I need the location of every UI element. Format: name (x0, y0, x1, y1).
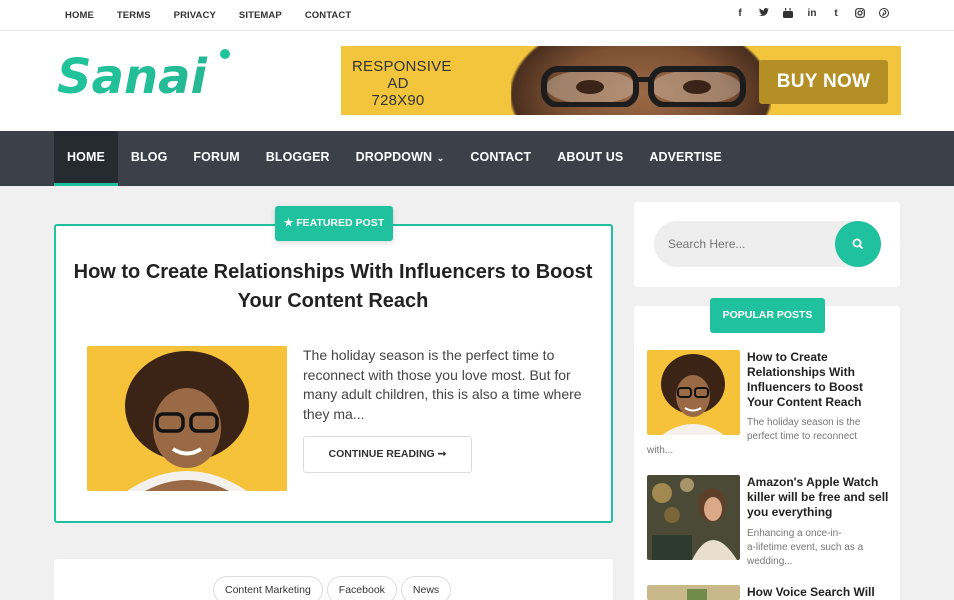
featured-post-image[interactable] (87, 346, 287, 491)
featured-post-badge: ★ FEATURED POST (275, 206, 393, 241)
featured-post-excerpt: The holiday season is the perfect time t… (303, 347, 582, 422)
tumblr-icon[interactable]: t (824, 8, 848, 21)
nav-item-blog[interactable]: BLOG (118, 131, 181, 186)
excerpt-line: perfect time to reconnect (747, 431, 858, 442)
nav-item-dropdown[interactable]: DROPDOWN ⌄ (343, 131, 458, 186)
ad-line-1: RESPONSIVE AD (352, 58, 452, 92)
woman-with-watch-thumb (647, 475, 740, 560)
popular-post-image-1[interactable] (647, 350, 740, 435)
popular-post-image-3[interactable] (647, 585, 740, 600)
popular-post-excerpt-1b: with... (647, 445, 674, 456)
linkedin-icon[interactable]: in (800, 8, 824, 21)
featured-badge-label: FEATURED POST (296, 217, 385, 229)
tag-facebook[interactable]: Facebook (326, 576, 397, 600)
top-link-contact[interactable]: CONTACT (305, 10, 351, 21)
tag-list: Content Marketing Facebook News (213, 576, 452, 600)
popular-post-title-3[interactable]: How Voice Search Will (747, 585, 892, 600)
ad-banner[interactable]: RESPONSIVE AD 728X90 BUY NOW (341, 46, 901, 115)
woman-with-glasses-thumb (647, 350, 740, 435)
ad-line-2: 728X90 (371, 92, 425, 109)
woman-with-glasses-image (87, 346, 287, 491)
top-link-privacy[interactable]: PRIVACY (174, 10, 216, 21)
popular-posts-badge: POPULAR POSTS (710, 298, 825, 333)
youtube-icon[interactable] (776, 8, 800, 21)
buy-now-button[interactable]: BUY NOW (759, 60, 888, 104)
nav-item-contact[interactable]: CONTACT (457, 131, 544, 186)
pinterest-icon[interactable] (872, 8, 896, 21)
nav-item-blogger[interactable]: BLOGGER (253, 131, 343, 186)
top-link-terms[interactable]: TERMS (117, 10, 151, 21)
popular-post-image-2[interactable] (647, 475, 740, 560)
popular-post-title-2[interactable]: Amazon's Apple Watch killer will be free… (747, 475, 892, 520)
nav-item-home[interactable]: HOME (54, 131, 118, 186)
nav-item-advertise[interactable]: ADVERTISE (636, 131, 734, 186)
arrow-right-icon: ➞ (434, 448, 447, 460)
excerpt-line: a-lifetime event, such as a (747, 542, 864, 553)
logo-text: Sanai (57, 49, 208, 101)
facebook-icon[interactable]: f (728, 8, 752, 21)
popular-post-excerpt-2: Enhancing a once-in-a-lifetime event, su… (747, 527, 887, 569)
instagram-icon[interactable] (848, 8, 872, 21)
site-header: Sanai RESPONSIVE AD 728X90 BUY NOW (0, 31, 954, 131)
chevron-down-icon: ⌄ (434, 153, 445, 163)
popular-post-excerpt-1a: The holiday season is the perfect time to… (747, 416, 887, 444)
tag-content-marketing[interactable]: Content Marketing (213, 576, 323, 600)
excerpt-line: Enhancing a once-in- (747, 528, 842, 539)
voice-search-thumb (647, 585, 740, 600)
top-link-home[interactable]: HOME (65, 10, 94, 21)
nav-item-forum[interactable]: FORUM (180, 131, 252, 186)
nav-item-about-us[interactable]: ABOUT US (544, 131, 636, 186)
main-nav: HOME BLOG FORUM BLOGGER DROPDOWN ⌄ CONTA… (0, 131, 954, 186)
site-logo[interactable]: Sanai (55, 47, 235, 101)
top-bar: HOME TERMS PRIVACY SITEMAP CONTACT f in … (0, 0, 954, 31)
excerpt-line: The holiday season is the (747, 417, 861, 428)
featured-post-title[interactable]: How to Create Relationships With Influen… (62, 258, 604, 316)
social-icons: f in t (728, 8, 896, 21)
glasses-image (541, 66, 746, 107)
popular-post-title-1[interactable]: How to Create Relationships With Influen… (747, 350, 892, 410)
continue-reading-button[interactable]: CONTINUE READING ➞ (303, 436, 472, 473)
top-link-sitemap[interactable]: SITEMAP (239, 10, 282, 21)
star-icon: ★ (283, 217, 297, 229)
search-button[interactable] (835, 221, 881, 267)
twitter-icon[interactable] (752, 8, 776, 21)
tag-news[interactable]: News (400, 576, 452, 600)
nav-dropdown-label: DROPDOWN (355, 150, 433, 164)
top-links: HOME TERMS PRIVACY SITEMAP CONTACT (65, 10, 374, 21)
ad-text: RESPONSIVE AD 728X90 (352, 58, 452, 109)
continue-label: CONTINUE READING (328, 448, 435, 460)
excerpt-line: wedding... (747, 556, 793, 567)
search-icon (852, 238, 863, 249)
